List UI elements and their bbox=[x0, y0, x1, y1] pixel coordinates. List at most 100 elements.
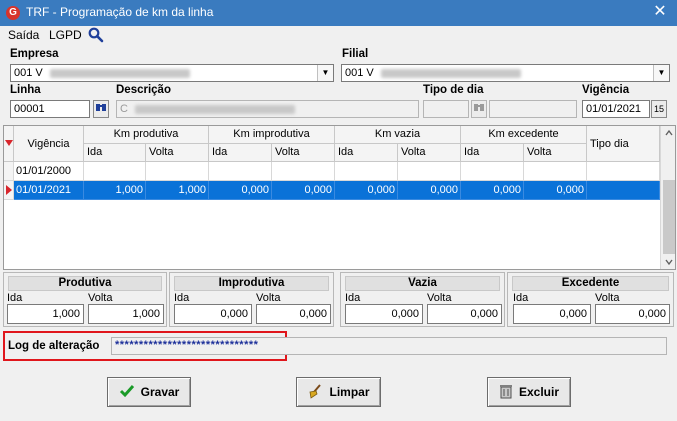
group-improdutiva: Improdutiva Ida Volta 0,000 0,000 bbox=[169, 272, 334, 327]
cell-improd-ida[interactable] bbox=[209, 162, 272, 181]
title-bar: G TRF - Programação de km da linha ✕ bbox=[0, 0, 677, 26]
cell-tipo-dia[interactable] bbox=[587, 181, 660, 200]
blurred-text bbox=[135, 104, 296, 114]
vigencia-input[interactable]: 01/01/2021 bbox=[582, 100, 650, 118]
limpar-label: Limpar bbox=[329, 385, 370, 399]
ida-label: Ida bbox=[513, 292, 529, 304]
excedente-ida-input[interactable]: 0,000 bbox=[513, 304, 591, 324]
menu-saida[interactable]: Saída bbox=[8, 28, 39, 42]
vigencia-label: Vigência bbox=[582, 84, 630, 96]
produtiva-volta-input[interactable]: 1,000 bbox=[88, 304, 164, 324]
menu-lgpd[interactable]: LGPD bbox=[49, 28, 82, 42]
col-km-vazia-header[interactable]: Km vazia bbox=[335, 126, 461, 144]
linha-input[interactable]: 00001 bbox=[10, 100, 90, 118]
empresa-select[interactable]: 001 V ▼ bbox=[10, 64, 334, 82]
cell-vazia-volta[interactable]: 0,000 bbox=[398, 181, 461, 200]
cell-prod-volta[interactable] bbox=[146, 162, 209, 181]
group-title: Excedente bbox=[512, 276, 669, 291]
volta-label: Volta bbox=[256, 292, 281, 304]
chevron-down-icon[interactable]: ▼ bbox=[653, 65, 669, 81]
excluir-button[interactable]: Excluir bbox=[487, 377, 571, 407]
cell-improd-ida[interactable]: 0,000 bbox=[209, 181, 272, 200]
produtiva-ida-input[interactable]: 1,000 bbox=[7, 304, 84, 324]
col-volta-header[interactable]: Volta bbox=[398, 144, 461, 162]
tipo-dia-code-input bbox=[423, 100, 469, 118]
vazia-ida-input[interactable]: 0,000 bbox=[345, 304, 423, 324]
scroll-down-icon[interactable] bbox=[663, 256, 675, 268]
empresa-label: Empresa bbox=[10, 48, 59, 60]
cell-vigencia[interactable]: 01/01/2000 bbox=[14, 162, 84, 181]
col-volta-header[interactable]: Volta bbox=[272, 144, 335, 162]
row-indicator-header bbox=[4, 126, 14, 162]
km-grid[interactable]: Vigência Km produtiva Km improdutiva Km … bbox=[3, 125, 676, 270]
group-vazia: Vazia Ida Volta 0,000 0,000 bbox=[340, 272, 505, 327]
cell-prod-volta[interactable]: 1,000 bbox=[146, 181, 209, 200]
excedente-volta-input[interactable]: 0,000 bbox=[595, 304, 670, 324]
ida-label: Ida bbox=[345, 292, 361, 304]
cell-exced-ida[interactable]: 0,000 bbox=[461, 181, 524, 200]
chevron-down-icon[interactable]: ▼ bbox=[317, 65, 333, 81]
cell-vazia-ida[interactable] bbox=[335, 162, 398, 181]
empresa-value: 001 V bbox=[14, 67, 43, 79]
tipo-dia-label: Tipo de dia bbox=[423, 84, 484, 96]
cell-exced-volta[interactable]: 0,000 bbox=[524, 181, 587, 200]
cell-tipo-dia[interactable] bbox=[587, 162, 660, 181]
search-icon[interactable] bbox=[88, 27, 104, 43]
gravar-button[interactable]: Gravar bbox=[107, 377, 191, 407]
log-field: ****************************** bbox=[111, 337, 667, 355]
table-row[interactable]: 01/01/2021 1,000 1,000 0,000 0,000 0,000… bbox=[4, 181, 660, 200]
broom-icon bbox=[310, 384, 322, 399]
col-ida-header[interactable]: Ida bbox=[335, 144, 398, 162]
calendar-icon[interactable]: 15 bbox=[651, 100, 667, 118]
close-icon[interactable]: ✕ bbox=[653, 2, 667, 22]
col-km-produtiva-header[interactable]: Km produtiva bbox=[84, 126, 209, 144]
group-produtiva: Produtiva Ida Volta 1,000 1,000 bbox=[3, 272, 167, 327]
ida-label: Ida bbox=[174, 292, 190, 304]
cell-exced-volta[interactable] bbox=[524, 162, 587, 181]
descricao-value: C bbox=[120, 103, 128, 115]
binoculars-icon[interactable] bbox=[93, 100, 109, 118]
scroll-thumb[interactable] bbox=[663, 180, 675, 254]
filial-value: 001 V bbox=[345, 67, 374, 79]
col-vigencia-header[interactable]: Vigência bbox=[14, 126, 84, 162]
blurred-text bbox=[380, 68, 521, 78]
vazia-volta-input[interactable]: 0,000 bbox=[427, 304, 502, 324]
cell-improd-volta[interactable]: 0,000 bbox=[272, 181, 335, 200]
trash-icon bbox=[499, 385, 512, 399]
filial-label: Filial bbox=[342, 48, 369, 60]
app-logo-icon: G bbox=[6, 6, 20, 20]
improdutiva-volta-input[interactable]: 0,000 bbox=[256, 304, 331, 324]
check-icon bbox=[119, 385, 134, 398]
improdutiva-ida-input[interactable]: 0,000 bbox=[174, 304, 252, 324]
col-ida-header[interactable]: Ida bbox=[209, 144, 272, 162]
cell-vazia-volta[interactable] bbox=[398, 162, 461, 181]
volta-label: Volta bbox=[595, 292, 620, 304]
group-title: Vazia bbox=[345, 276, 500, 291]
group-title: Improdutiva bbox=[174, 276, 329, 291]
cell-vazia-ida[interactable]: 0,000 bbox=[335, 181, 398, 200]
group-excedente: Excedente Ida Volta 0,000 0,000 bbox=[507, 272, 674, 327]
col-km-improdutiva-header[interactable]: Km improdutiva bbox=[209, 126, 335, 144]
cell-vigencia[interactable]: 01/01/2021 bbox=[14, 181, 84, 200]
cell-prod-ida[interactable] bbox=[84, 162, 146, 181]
scroll-up-icon[interactable] bbox=[663, 127, 675, 139]
excluir-label: Excluir bbox=[518, 385, 560, 399]
binoculars-icon bbox=[471, 100, 487, 118]
limpar-button[interactable]: Limpar bbox=[296, 377, 381, 407]
cell-improd-volta[interactable] bbox=[272, 162, 335, 181]
cell-prod-ida[interactable]: 1,000 bbox=[84, 181, 146, 200]
descricao-input: C bbox=[116, 100, 419, 118]
col-volta-header[interactable]: Volta bbox=[524, 144, 587, 162]
table-row[interactable]: 01/01/2000 bbox=[4, 162, 660, 181]
cell-exced-ida[interactable] bbox=[461, 162, 524, 181]
ida-label: Ida bbox=[7, 292, 23, 304]
col-volta-header[interactable]: Volta bbox=[146, 144, 209, 162]
col-km-excedente-header[interactable]: Km excedente bbox=[461, 126, 587, 144]
col-ida-header[interactable]: Ida bbox=[461, 144, 524, 162]
col-tipo-dia-header[interactable]: Tipo dia bbox=[587, 126, 660, 162]
row-indicator bbox=[4, 162, 14, 181]
volta-label: Volta bbox=[88, 292, 113, 304]
filial-select[interactable]: 001 V ▼ bbox=[341, 64, 670, 82]
grid-vertical-scrollbar[interactable] bbox=[660, 126, 675, 269]
col-ida-header[interactable]: Ida bbox=[84, 144, 146, 162]
